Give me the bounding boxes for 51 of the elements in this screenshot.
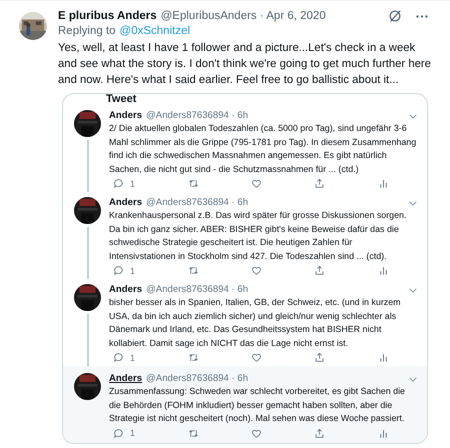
replying-label: Replying to <box>58 25 116 37</box>
chevron-icon[interactable] <box>409 288 417 292</box>
display-name[interactable]: E pluribus Anders <box>58 10 157 22</box>
reply-text: Krankenhauspersonal z.B. Das wird später für grosse Diskussionen sorgen. Da bin ich ganz sicher. ABER: BISHER gibt's keine Beweise dafür das die schwedische Strategie gescheitert ist. Die heutigen Zahlen für Intensivstationen in Stockholm sind 427. Die Todeszahlen sind ... (ctd). <box>109 209 408 263</box>
handle-and-time: @Anders87636894 · 6h <box>146 110 248 122</box>
retweet-icon[interactable] <box>188 265 198 276</box>
heart-icon[interactable] <box>250 428 262 438</box>
thread-line <box>86 314 88 366</box>
heart-icon[interactable] <box>250 265 262 276</box>
reply-text: 2/ Die aktuellen globalen Todeszahlen (ca. 5000 pro Tag), sind ungefähr 3-6 Mahl schlimmer als die Grippe (795-1781 pro Tag). In diesem Zusammenhang find ich die schwedischen Massnahmen angemessen. Es gibt natürlich Sachen, die nicht gut sind - die Schutzmassnahmen für ... (ctd.) <box>109 122 417 176</box>
share-icon[interactable] <box>314 178 326 189</box>
reply-text: Zusammenfassung: Schweden war schlecht vorbereitet, es gibt Sachen die die Behörden (FOHM inkludiert) besser gemacht haben sollten, aber die Strategie ist nicht gescheitert (noch). Mal sehen was diese Woche passiert. <box>109 385 406 425</box>
reply-count: 1 <box>130 428 136 438</box>
chevron-icon[interactable] <box>409 376 417 382</box>
tweet-text: Yes, well, at least I have 1 follower and a picture...Let's check in a week and see what the story is. I don't think we're going to get much further here and now. Here's what I said earlier. Feel free to go ballistic about it... <box>58 41 432 88</box>
reply-icon[interactable] <box>113 428 124 438</box>
reply-icon[interactable] <box>113 352 124 363</box>
header-title: Tweet <box>106 94 136 105</box>
analytics-icon[interactable] <box>378 178 389 189</box>
handle-and-time: @Anders87636894 · 6h <box>146 197 248 209</box>
heart-icon[interactable] <box>250 352 262 363</box>
handle-and-time: @Anders87636894 · 6h <box>146 373 248 385</box>
analytics-icon[interactable] <box>378 352 389 363</box>
reply-count: 1 <box>130 352 136 362</box>
thread-line <box>86 140 88 192</box>
chevron-icon[interactable] <box>409 114 417 118</box>
reply-icon[interactable] <box>113 265 124 276</box>
reply-icon[interactable] <box>113 178 124 189</box>
author-name[interactable]: Anders <box>109 373 142 385</box>
chevron-icon[interactable] <box>409 200 417 206</box>
retweet-icon[interactable] <box>188 428 198 438</box>
analytics-icon[interactable] <box>378 428 389 438</box>
author-name[interactable]: Anders <box>109 197 142 209</box>
thread-line <box>86 227 88 279</box>
share-icon[interactable] <box>314 352 326 363</box>
analytics-icon[interactable] <box>378 265 389 276</box>
slashed-circle-icon[interactable] <box>388 9 402 23</box>
author-name[interactable]: Anders <box>109 110 142 122</box>
more-icon[interactable] <box>416 14 428 18</box>
share-icon[interactable] <box>314 265 326 276</box>
share-icon[interactable] <box>314 428 326 438</box>
reply-tweet[interactable] <box>63 366 427 442</box>
handle-and-date: @EpluribusAnders · Apr 6, 2020 <box>160 10 326 22</box>
retweet-icon[interactable] <box>188 178 198 189</box>
reply-text: bisher besser als in Spanien, Italien, GB, der Schweiz, etc. (und in kurzem USA, da bin ich auch ziemlich sicher) und gleich/nur wenig schlechter als Dänemark und Irland, etc. Das Gesundheitssystem hat BISHER nicht kollabiert. Damit sage ich NICHT das die Lage nicht ernst ist. <box>109 296 402 350</box>
author-name[interactable]: Anders <box>109 284 142 296</box>
reply-count: 1 <box>130 266 136 276</box>
handle-and-time: @Anders87636894 · 6h <box>146 284 248 296</box>
heart-icon[interactable] <box>250 178 262 189</box>
reply-count: 1 <box>130 178 136 188</box>
retweet-icon[interactable] <box>188 352 198 363</box>
